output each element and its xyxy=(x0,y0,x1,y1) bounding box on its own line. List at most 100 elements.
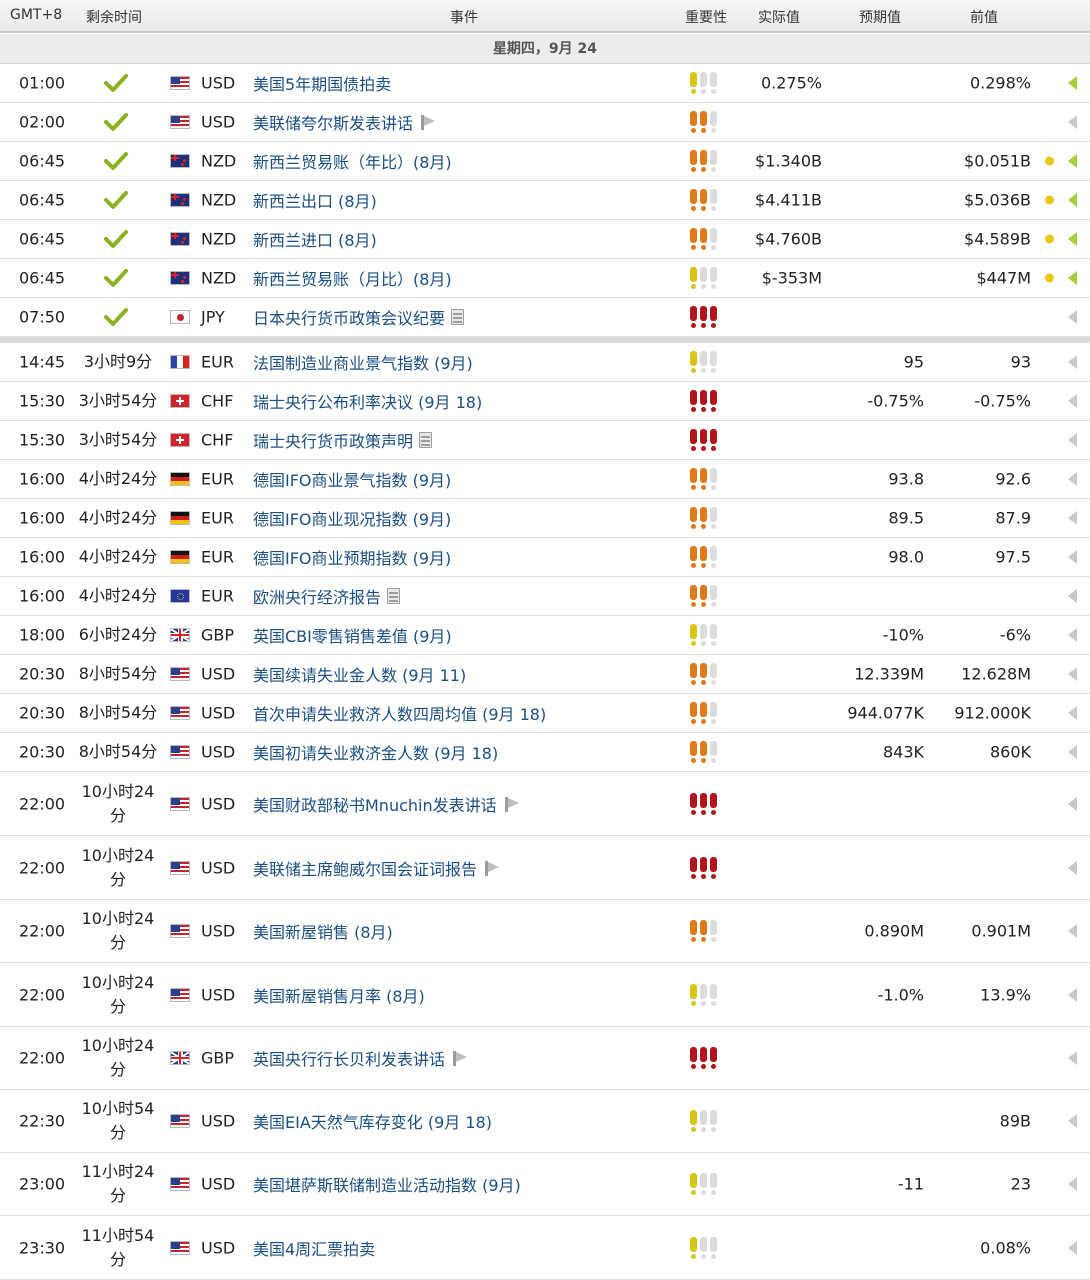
speech-icon[interactable] xyxy=(503,796,519,812)
event-title[interactable]: 瑞士央行公布利率决议 (9月 18) xyxy=(253,389,482,413)
table-row[interactable]: 15:30 3小时54分 CHF 瑞士央行公布利率决议 (9月 18) -0.75% -0… xyxy=(0,382,1090,421)
event-title[interactable]: 英国央行行长贝利发表讲话 xyxy=(253,1046,445,1070)
expand-arrow-icon[interactable] xyxy=(1068,193,1077,207)
event-link[interactable]: 美国初请失业救济金人数 (9月 18) xyxy=(253,740,498,764)
table-row[interactable]: 22:00 10小时24 分 USD 美国新屋销售月率 (8月) -1.0% 13.9% xyxy=(0,963,1090,1027)
table-row[interactable]: 15:30 3小时54分 CHF 瑞士央行货币政策声明 xyxy=(0,421,1090,460)
expand-arrow-icon[interactable] xyxy=(1068,550,1077,564)
event-title[interactable]: 首次申请失业救济人数四周均值 (9月 18) xyxy=(253,701,546,725)
event-title[interactable]: 美国4周汇票拍卖 xyxy=(253,1236,375,1260)
event-title[interactable]: 英国CBI零售销售差值 (9月) xyxy=(253,623,452,647)
table-row[interactable]: 18:00 6小时24分 GBP 英国CBI零售销售差值 (9月) -10% -6% xyxy=(0,616,1090,655)
event-title[interactable]: 美国初请失业救济金人数 (9月 18) xyxy=(253,740,498,764)
event-link[interactable]: 欧洲央行经济报告 xyxy=(253,584,401,608)
event-title[interactable]: 新西兰进口 (8月) xyxy=(253,227,377,251)
event-link[interactable]: 美联储主席鲍威尔国会证词报告 xyxy=(253,856,500,880)
speech-icon[interactable] xyxy=(419,114,436,130)
event-link[interactable]: 瑞士央行货币政策声明 xyxy=(253,428,433,452)
event-title[interactable]: 新西兰出口 (8月) xyxy=(253,188,377,212)
event-link[interactable]: 英国CBI零售销售差值 (9月) xyxy=(253,623,452,647)
expand-arrow-icon[interactable] xyxy=(1068,1240,1077,1255)
event-title[interactable]: 美国财政部秘书Mnuchin发表讲话 xyxy=(253,792,497,816)
event-link[interactable]: 美国堪萨斯联储制造业活动指数 (9月) xyxy=(253,1172,521,1196)
document-icon[interactable] xyxy=(419,432,433,448)
event-title[interactable]: 德国IFO商业景气指数 (9月) xyxy=(253,467,451,491)
table-row[interactable]: 16:00 4小时24分 EUR 德国IFO商业现况指数 (9月) 89.5 87.9 xyxy=(0,499,1090,538)
expand-arrow-icon[interactable] xyxy=(1068,394,1077,408)
expand-arrow-icon[interactable] xyxy=(1068,1114,1077,1128)
table-row[interactable]: 07:50 JPY 日本央行货币政策会议纪要 xyxy=(0,298,1090,337)
document-icon[interactable] xyxy=(451,309,465,325)
event-title[interactable]: 德国IFO商业现况指数 (9月) xyxy=(253,506,451,530)
expand-arrow-icon[interactable] xyxy=(1068,589,1077,603)
expand-arrow-icon[interactable] xyxy=(1068,433,1077,447)
event-title[interactable]: 美国EIA天然气库存变化 (9月 18) xyxy=(253,1109,492,1133)
event-link[interactable]: 德国IFO商业景气指数 (9月) xyxy=(253,467,451,491)
table-row[interactable]: 23:00 11小时24 分 USD 美国堪萨斯联储制造业活动指数 (9月) -11 23 xyxy=(0,1153,1090,1216)
event-link[interactable]: 美国5年期国债拍卖 xyxy=(253,71,391,95)
event-link[interactable]: 新西兰贸易账（月比）(8月) xyxy=(253,266,452,290)
expand-arrow-icon[interactable] xyxy=(1068,310,1077,324)
event-link[interactable]: 新西兰贸易账（年比）(8月) xyxy=(253,149,452,173)
expand-arrow-icon[interactable] xyxy=(1068,355,1077,369)
event-link[interactable]: 美联储夸尔斯发表讲话 xyxy=(253,110,436,134)
expand-arrow-icon[interactable] xyxy=(1068,1177,1077,1191)
event-title[interactable]: 瑞士央行货币政策声明 xyxy=(253,428,413,452)
expand-arrow-icon[interactable] xyxy=(1068,745,1077,759)
event-link[interactable]: 首次申请失业救济人数四周均值 (9月 18) xyxy=(253,701,546,725)
expand-arrow-icon[interactable] xyxy=(1068,860,1077,875)
event-title[interactable]: 美国续请失业金人数 (9月 11) xyxy=(253,662,466,686)
table-row[interactable]: 22:00 10小时24 分 USD 美联储主席鲍威尔国会证词报告 xyxy=(0,836,1090,900)
table-row[interactable]: 23:30 11小时54 分 USD 美国4周汇票拍卖 0.08% xyxy=(0,1216,1090,1280)
event-title[interactable]: 美国堪萨斯联储制造业活动指数 (9月) xyxy=(253,1172,521,1196)
table-row[interactable]: 06:45 NZD 新西兰出口 (8月) $4.411B $5.036B xyxy=(0,181,1090,220)
event-link[interactable]: 美国EIA天然气库存变化 (9月 18) xyxy=(253,1109,492,1133)
event-title[interactable]: 美国5年期国债拍卖 xyxy=(253,71,391,95)
table-row[interactable]: 22:00 10小时24 分 GBP 英国央行行长贝利发表讲话 xyxy=(0,1027,1090,1090)
event-title[interactable]: 美联储主席鲍威尔国会证词报告 xyxy=(253,856,477,880)
speech-icon[interactable] xyxy=(483,860,500,876)
expand-arrow-icon[interactable] xyxy=(1068,76,1077,90)
event-link[interactable]: 德国IFO商业现况指数 (9月) xyxy=(253,506,451,530)
expand-arrow-icon[interactable] xyxy=(1068,154,1077,168)
event-title[interactable]: 法国制造业商业景气指数 (9月) xyxy=(253,350,473,374)
expand-arrow-icon[interactable] xyxy=(1068,628,1077,642)
event-link[interactable]: 英国央行行长贝利发表讲话 xyxy=(253,1046,468,1070)
event-title[interactable]: 美联储夸尔斯发表讲话 xyxy=(253,110,413,134)
expand-arrow-icon[interactable] xyxy=(1068,796,1077,811)
table-row[interactable]: 06:45 NZD 新西兰贸易账（年比）(8月) $1.340B $0.051B xyxy=(0,142,1090,181)
expand-arrow-icon[interactable] xyxy=(1068,511,1077,525)
event-title[interactable]: 新西兰贸易账（月比）(8月) xyxy=(253,266,452,290)
expand-arrow-icon[interactable] xyxy=(1068,667,1077,681)
table-row[interactable]: 20:30 8小时54分 USD 美国续请失业金人数 (9月 11) 12.339M 12… xyxy=(0,655,1090,694)
event-link[interactable]: 美国新屋销售 (8月) xyxy=(253,919,393,943)
event-link[interactable]: 德国IFO商业预期指数 (9月) xyxy=(253,545,451,569)
table-row[interactable]: 22:00 10小时24 分 USD 美国新屋销售 (8月) 0.890M 0.901M xyxy=(0,900,1090,963)
col-timezone[interactable]: GMT+8 xyxy=(10,7,62,23)
expand-arrow-icon[interactable] xyxy=(1068,706,1077,720)
event-title[interactable]: 美国新屋销售月率 (8月) xyxy=(253,983,425,1007)
expand-arrow-icon[interactable] xyxy=(1068,924,1077,938)
expand-arrow-icon[interactable] xyxy=(1068,115,1077,129)
event-title[interactable]: 新西兰贸易账（年比）(8月) xyxy=(253,149,452,173)
event-title[interactable]: 日本央行货币政策会议纪要 xyxy=(253,305,445,329)
expand-arrow-icon[interactable] xyxy=(1068,271,1077,285)
expand-arrow-icon[interactable] xyxy=(1068,472,1077,486)
event-link[interactable]: 法国制造业商业景气指数 (9月) xyxy=(253,350,473,374)
expand-arrow-icon[interactable] xyxy=(1068,232,1077,246)
table-row[interactable]: 22:30 10小时54 分 USD 美国EIA天然气库存变化 (9月 18) 89B xyxy=(0,1090,1090,1153)
table-row[interactable]: 16:00 4小时24分 EUR 德国IFO商业景气指数 (9月) 93.8 92.6 xyxy=(0,460,1090,499)
table-row[interactable]: 16:00 4小时24分 EUR 德国IFO商业预期指数 (9月) 98.0 97.5 xyxy=(0,538,1090,577)
table-row[interactable]: 02:00 USD 美联储夸尔斯发表讲话 xyxy=(0,103,1090,142)
event-link[interactable]: 新西兰进口 (8月) xyxy=(253,227,377,251)
event-link[interactable]: 美国财政部秘书Mnuchin发表讲话 xyxy=(253,792,519,816)
table-row[interactable]: 22:00 10小时24 分 USD 美国财政部秘书Mnuchin发表讲话 xyxy=(0,772,1090,836)
event-link[interactable]: 新西兰出口 (8月) xyxy=(253,188,377,212)
table-row[interactable]: 20:30 8小时54分 USD 美国初请失业救济金人数 (9月 18) 843K 860… xyxy=(0,733,1090,772)
table-row[interactable]: 06:45 NZD 新西兰进口 (8月) $4.760B $4.589B xyxy=(0,220,1090,259)
table-row[interactable]: 20:30 8小时54分 USD 首次申请失业救济人数四周均值 (9月 18) 944.… xyxy=(0,694,1090,733)
document-icon[interactable] xyxy=(387,588,401,604)
event-link[interactable]: 日本央行货币政策会议纪要 xyxy=(253,305,465,329)
event-link[interactable]: 美国续请失业金人数 (9月 11) xyxy=(253,662,466,686)
table-row[interactable]: 16:00 4小时24分 EUR 欧洲央行经济报告 xyxy=(0,577,1090,616)
